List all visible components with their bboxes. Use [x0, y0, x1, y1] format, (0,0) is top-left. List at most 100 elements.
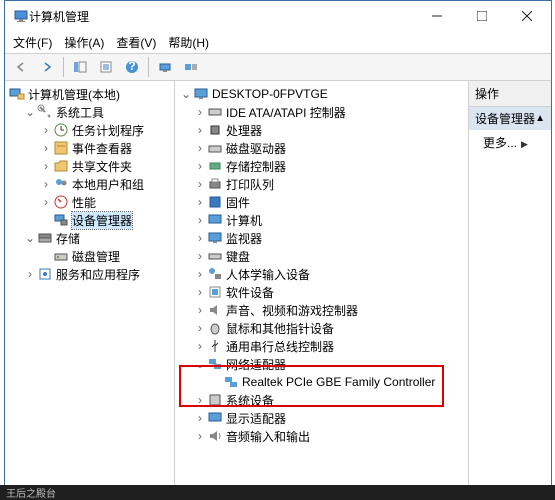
minimize-button[interactable]	[414, 2, 459, 30]
device-category[interactable]: ›监视器	[177, 229, 466, 247]
expand-icon[interactable]: ›	[193, 429, 207, 443]
actions-section[interactable]: 设备管理器 ▲	[469, 107, 551, 130]
device-network-adapters[interactable]: ⌄ 网络适配器	[177, 355, 466, 373]
tree-root[interactable]: 计算机管理(本地)	[7, 85, 172, 103]
services-icon	[37, 266, 53, 282]
device-category[interactable]: ›鼠标和其他指针设备	[177, 319, 466, 337]
device-category[interactable]: ›键盘	[177, 247, 466, 265]
taskbar[interactable]: 王后之殿台	[0, 485, 555, 500]
device-category[interactable]: ›IDE ATA/ATAPI 控制器	[177, 103, 466, 121]
device-category[interactable]: ›系统设备	[177, 391, 466, 409]
tree-system-tools[interactable]: ⌄ 系统工具	[7, 103, 172, 121]
device-root[interactable]: ⌄ DESKTOP-0FPVTGE	[177, 85, 466, 103]
expand-icon[interactable]: ›	[193, 321, 207, 335]
expand-icon[interactable]: ›	[193, 267, 207, 281]
collapse-arrow-icon[interactable]: ▲	[535, 113, 545, 124]
expand-icon[interactable]: ›	[193, 393, 207, 407]
mouse-icon	[207, 320, 223, 336]
spacer	[209, 375, 223, 389]
disk-icon	[53, 248, 69, 264]
device-category[interactable]: › 声音、视频和游戏控制器	[177, 301, 466, 319]
expand-icon[interactable]: ›	[39, 159, 53, 173]
tree-local-users[interactable]: › 本地用户和组	[7, 175, 172, 193]
device-category[interactable]: ›打印队列	[177, 175, 466, 193]
taskbar-text: 王后之殿台	[6, 485, 56, 500]
device-category[interactable]: ›存储控制器	[177, 157, 466, 175]
device-category[interactable]: ›显示适配器	[177, 409, 466, 427]
expand-icon[interactable]: ›	[193, 141, 207, 155]
device-label: 网络适配器	[226, 356, 286, 373]
expand-icon[interactable]: ›	[193, 105, 207, 119]
expand-icon[interactable]: ›	[193, 303, 207, 317]
expand-icon[interactable]: ›	[193, 411, 207, 425]
tree-performance[interactable]: › 性能	[7, 193, 172, 211]
spacer	[39, 249, 53, 263]
users-icon	[53, 176, 69, 192]
collapse-icon[interactable]: ⌄	[193, 357, 207, 371]
collapse-icon[interactable]: ⌄	[23, 231, 37, 245]
expand-icon[interactable]: ›	[193, 159, 207, 173]
expand-icon[interactable]: ›	[193, 213, 207, 227]
device-label: 磁盘驱动器	[226, 140, 286, 157]
menu-file[interactable]: 文件(F)	[9, 32, 56, 53]
collapse-icon[interactable]: ⌄	[23, 105, 37, 119]
system-device-icon	[207, 392, 223, 408]
expand-icon[interactable]: ›	[193, 195, 207, 209]
view-resources-button[interactable]	[179, 55, 203, 79]
close-button[interactable]	[504, 2, 549, 30]
device-category[interactable]: ›通用串行总线控制器	[177, 337, 466, 355]
expand-icon[interactable]: ›	[193, 339, 207, 353]
expand-icon[interactable]: ›	[39, 141, 53, 155]
tree-disk-management[interactable]: 磁盘管理	[7, 247, 172, 265]
tree-label: 存储	[56, 230, 80, 247]
tree-label: 本地用户和组	[72, 176, 144, 193]
device-category[interactable]: ›人体学输入设备	[177, 265, 466, 283]
expand-icon[interactable]: ›	[39, 195, 53, 209]
tree-services-apps[interactable]: › 服务和应用程序	[7, 265, 172, 283]
disk-drive-icon	[207, 140, 223, 156]
tree-storage[interactable]: ⌄ 存储	[7, 229, 172, 247]
firmware-icon	[207, 194, 223, 210]
properties-button[interactable]	[94, 55, 118, 79]
console-tree[interactable]: 计算机管理(本地) ⌄ 系统工具 › 任务计划程序 › 事件查看器 › 共享文件…	[5, 81, 175, 487]
help-button[interactable]: ?	[120, 55, 144, 79]
show-hide-tree-button[interactable]	[68, 55, 92, 79]
menu-view[interactable]: 查看(V)	[112, 32, 160, 53]
device-category[interactable]: ›固件	[177, 193, 466, 211]
menu-help[interactable]: 帮助(H)	[164, 32, 213, 53]
menu-action[interactable]: 操作(A)	[60, 32, 108, 53]
device-category[interactable]: ›计算机	[177, 211, 466, 229]
device-label: 声音、视频和游戏控制器	[226, 302, 358, 319]
software-device-icon	[207, 284, 223, 300]
expand-icon[interactable]: ›	[193, 249, 207, 263]
device-tree[interactable]: ⌄ DESKTOP-0FPVTGE ›IDE ATA/ATAPI 控制器 ›处理…	[175, 81, 469, 487]
back-button[interactable]	[9, 55, 33, 79]
device-category[interactable]: ›音频输入和输出	[177, 427, 466, 445]
forward-button[interactable]	[35, 55, 59, 79]
device-category[interactable]: › 磁盘驱动器	[177, 139, 466, 157]
view-devices-button[interactable]	[153, 55, 177, 79]
expand-icon[interactable]: ›	[193, 285, 207, 299]
tree-task-scheduler[interactable]: › 任务计划程序	[7, 121, 172, 139]
expand-icon[interactable]: ›	[193, 177, 207, 191]
tree-event-viewer[interactable]: › 事件查看器	[7, 139, 172, 157]
tree-device-manager[interactable]: 设备管理器	[7, 211, 172, 229]
device-manager-icon	[53, 212, 69, 228]
device-realtek-nic[interactable]: Realtek PCIe GBE Family Controller	[177, 373, 466, 391]
expand-icon[interactable]: ›	[193, 231, 207, 245]
cpu-icon	[207, 122, 223, 138]
device-category[interactable]: ›软件设备	[177, 283, 466, 301]
collapse-icon[interactable]: ⌄	[179, 87, 193, 101]
expand-icon[interactable]: ›	[193, 123, 207, 137]
tree-label: 共享文件夹	[72, 158, 132, 175]
expand-icon[interactable]: ›	[39, 177, 53, 191]
hid-icon	[207, 266, 223, 282]
device-category[interactable]: ›处理器	[177, 121, 466, 139]
maximize-button[interactable]	[459, 2, 504, 30]
actions-pane: 操作 设备管理器 ▲ 更多...▶	[469, 81, 551, 487]
storage-icon	[37, 230, 53, 246]
expand-icon[interactable]: ›	[23, 267, 37, 281]
tree-shared-folders[interactable]: › 共享文件夹	[7, 157, 172, 175]
expand-icon[interactable]: ›	[39, 123, 53, 137]
more-actions-link[interactable]: 更多...▶	[469, 130, 551, 155]
